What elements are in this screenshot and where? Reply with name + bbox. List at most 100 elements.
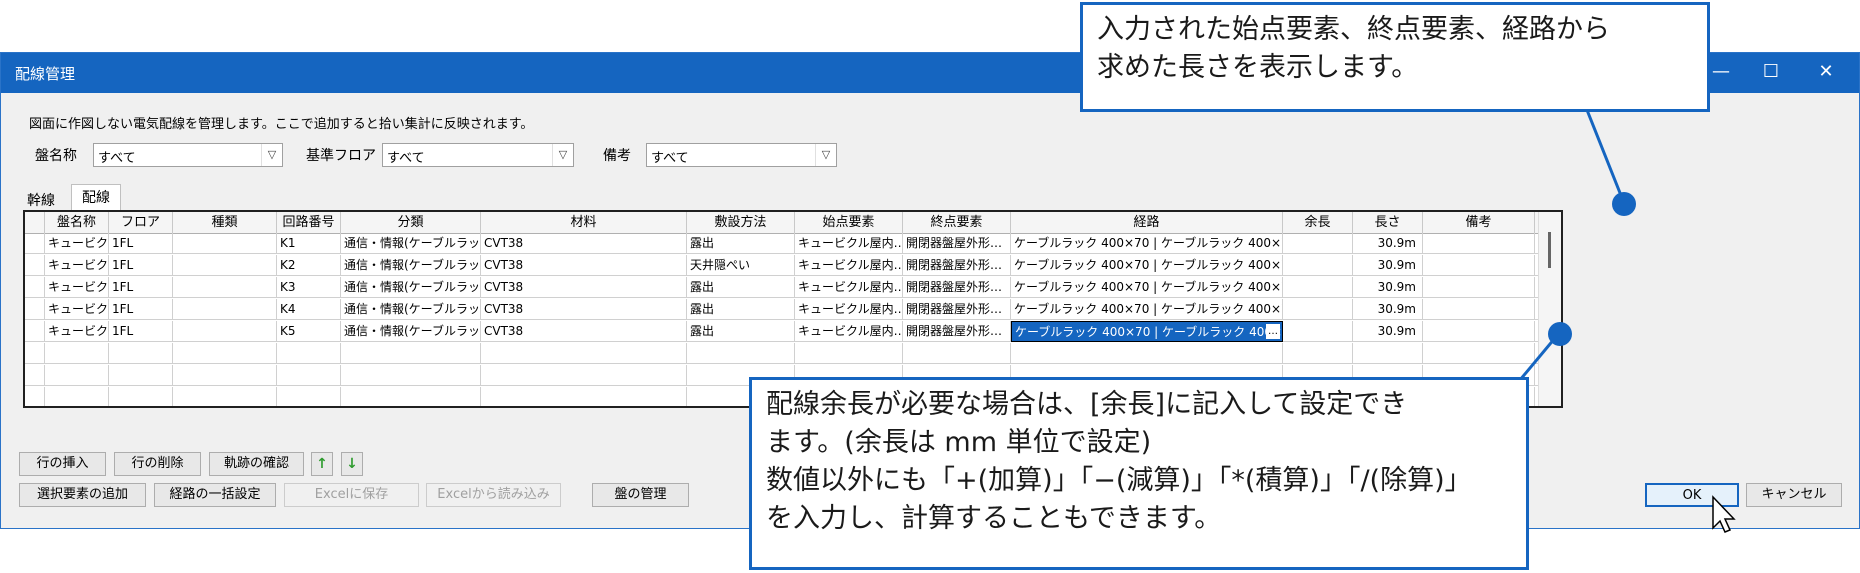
cell-start-element[interactable]: キュービクル屋内… <box>795 321 903 342</box>
column-header-panel-name[interactable]: 盤名称 <box>45 212 109 233</box>
cell-floor[interactable]: 1FL <box>109 299 173 320</box>
cell-category[interactable]: 通信・情報(ケーブルラック) <box>341 277 481 298</box>
cell-start-element[interactable] <box>795 343 903 364</box>
cell-length[interactable]: 30.9m <box>1353 321 1423 342</box>
cell-type[interactable] <box>173 255 277 276</box>
cell-floor[interactable]: 1FL <box>109 233 173 254</box>
delete-row-button[interactable]: 行の削除 <box>114 452 201 476</box>
cell-extra-length[interactable] <box>1283 255 1353 276</box>
move-up-button[interactable]: ↑ <box>311 452 333 476</box>
cell-panel-name[interactable]: キュービク… <box>45 299 109 320</box>
cell-remarks[interactable] <box>1423 321 1535 342</box>
cell-material[interactable]: CVT38 <box>481 277 687 298</box>
cell-extra-length[interactable] <box>1283 321 1353 342</box>
cell-type[interactable] <box>173 277 277 298</box>
cell-floor[interactable]: 1FL <box>109 321 173 342</box>
cell-type[interactable] <box>173 233 277 254</box>
cell-extra-length[interactable] <box>1283 299 1353 320</box>
cell-remarks[interactable] <box>1423 277 1535 298</box>
cell-length[interactable] <box>1353 343 1423 364</box>
cell-material[interactable]: CVT38 <box>481 321 687 342</box>
cell-route[interactable] <box>1011 343 1283 364</box>
cell-route[interactable]: ケーブルラック 400×70 | ケーブルラック 400×70 | … <box>1011 255 1283 276</box>
cell-circuit-number[interactable] <box>277 365 341 386</box>
bulk-route-button[interactable]: 経路の一括設定 <box>154 483 276 507</box>
cell-length[interactable]: 30.9m <box>1353 255 1423 276</box>
cell-remarks[interactable] <box>1423 343 1535 364</box>
cell-end-element[interactable]: 開閉器盤屋外形… <box>903 233 1011 254</box>
cell-circuit-number[interactable]: K5 <box>277 321 341 342</box>
ok-button[interactable]: OK <box>1645 483 1739 507</box>
cell-laying-method[interactable]: 天井隠ぺい <box>687 255 795 276</box>
cell-route[interactable]: ケーブルラック 400×70 | ケーブルラック 400×70 | … <box>1011 277 1283 298</box>
filter-floor-select[interactable]: すべて ▽ <box>382 143 574 167</box>
table-row[interactable] <box>25 343 1561 364</box>
vertical-scrollbar[interactable] <box>1538 212 1561 406</box>
cell-material[interactable] <box>481 387 687 406</box>
cell-length[interactable]: 30.9m <box>1353 277 1423 298</box>
cell-material[interactable]: CVT38 <box>481 299 687 320</box>
column-header-floor[interactable]: フロア <box>109 212 173 233</box>
cell-start-element[interactable]: キュービクル屋内… <box>795 255 903 276</box>
cell-category[interactable] <box>341 343 481 364</box>
tab-wiring[interactable]: 配線 <box>71 184 121 211</box>
cell-material[interactable] <box>481 343 687 364</box>
cell-laying-method[interactable]: 露出 <box>687 321 795 342</box>
column-header-type[interactable]: 種類 <box>173 212 277 233</box>
column-header-extra-length[interactable]: 余長 <box>1283 212 1353 233</box>
close-icon[interactable]: ✕ <box>1806 59 1846 85</box>
cell-route[interactable]: ケーブルラック 400×70 | ケーブルラック 400×70 | … <box>1011 233 1283 254</box>
column-header-length[interactable]: 長さ <box>1353 212 1423 233</box>
cell-end-element[interactable]: 開閉器盤屋外形… <box>903 321 1011 342</box>
column-header-circuit-number[interactable]: 回路番号 <box>277 212 341 233</box>
cell-extra-length[interactable] <box>1283 343 1353 364</box>
cell-category[interactable] <box>341 365 481 386</box>
cell-circuit-number[interactable]: K1 <box>277 233 341 254</box>
cell-route[interactable]: ケーブルラック 400×70 | ケーブルラック 400×70 | … <box>1011 299 1283 320</box>
cell-material[interactable]: CVT38 <box>481 233 687 254</box>
panel-management-button[interactable]: 盤の管理 <box>592 483 689 507</box>
cell-material[interactable] <box>481 365 687 386</box>
cell-category[interactable]: 通信・情報(ケーブルラック) <box>341 233 481 254</box>
cell-floor[interactable]: 1FL <box>109 255 173 276</box>
cell-panel-name[interactable]: キュービク… <box>45 233 109 254</box>
cell-circuit-number[interactable] <box>277 387 341 406</box>
check-trace-button[interactable]: 軌跡の確認 <box>209 452 304 476</box>
filter-panel-select[interactable]: すべて ▽ <box>93 143 283 167</box>
column-header-row-header[interactable] <box>25 212 45 233</box>
table-row[interactable]: キュービク…1FL K1通信・情報(ケーブルラック)CVT38露出キュービクル屋内… <box>25 233 1561 254</box>
table-row[interactable]: キュービク…1FL K4通信・情報(ケーブルラック)CVT38露出キュービクル屋内… <box>25 299 1561 320</box>
cell-end-element[interactable] <box>903 343 1011 364</box>
cell-category[interactable] <box>341 387 481 406</box>
filter-remarks-select[interactable]: すべて ▽ <box>646 143 837 167</box>
add-selection-button[interactable]: 選択要素の追加 <box>19 483 146 507</box>
cell-type[interactable] <box>173 387 277 406</box>
cell-type[interactable] <box>173 321 277 342</box>
cell-panel-name[interactable] <box>45 365 109 386</box>
tab-trunk[interactable]: 幹線 <box>27 190 55 210</box>
cell-circuit-number[interactable] <box>277 343 341 364</box>
maximize-icon[interactable]: ☐ <box>1751 59 1791 85</box>
cell-end-element[interactable]: 開閉器盤屋外形… <box>903 277 1011 298</box>
cell-laying-method[interactable] <box>687 343 795 364</box>
cell-start-element[interactable]: キュービクル屋内… <box>795 233 903 254</box>
cell-circuit-number[interactable]: K3 <box>277 277 341 298</box>
table-row[interactable]: キュービク…1FL K3通信・情報(ケーブルラック)CVT38露出キュービクル屋内… <box>25 277 1561 298</box>
cell-category[interactable]: 通信・情報(ケーブルラック) <box>341 321 481 342</box>
cell-laying-method[interactable]: 露出 <box>687 277 795 298</box>
column-header-material[interactable]: 材料 <box>481 212 687 233</box>
cell-floor[interactable] <box>109 387 173 406</box>
table-row[interactable]: キュービク…1FL K2通信・情報(ケーブルラック)CVT38天井隠ぺいキュービク… <box>25 255 1561 276</box>
cell-panel-name[interactable] <box>45 343 109 364</box>
cell-type[interactable] <box>173 365 277 386</box>
cell-floor[interactable]: 1FL <box>109 277 173 298</box>
cell-end-element[interactable]: 開閉器盤屋外形… <box>903 255 1011 276</box>
cell-category[interactable]: 通信・情報(ケーブルラック) <box>341 255 481 276</box>
cell-remarks[interactable] <box>1423 299 1535 320</box>
column-header-start-element[interactable]: 始点要素 <box>795 212 903 233</box>
table-row[interactable]: キュービク…1FL K5通信・情報(ケーブルラック)CVT38露出キュービクル屋内… <box>25 321 1561 342</box>
cancel-button[interactable]: キャンセル <box>1746 483 1842 507</box>
cell-length[interactable]: 30.9m <box>1353 233 1423 254</box>
cell-extra-length[interactable] <box>1283 277 1353 298</box>
cell-floor[interactable] <box>109 343 173 364</box>
